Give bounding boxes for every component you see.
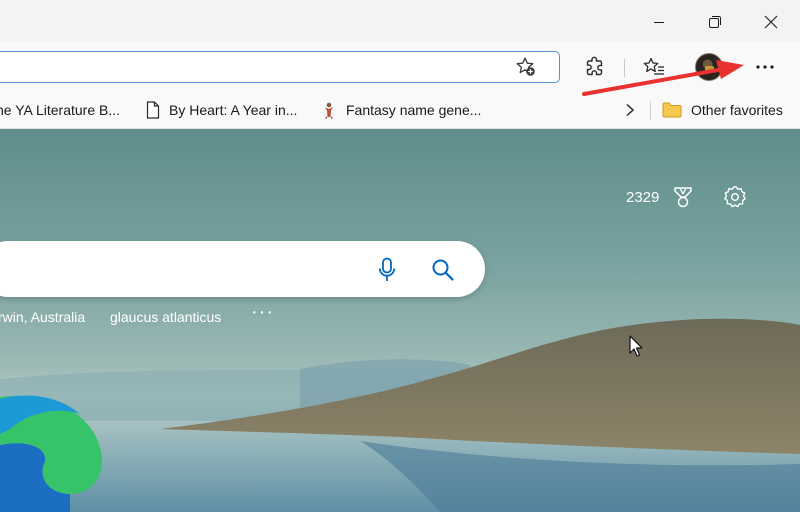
annotation-arrow <box>582 60 744 96</box>
